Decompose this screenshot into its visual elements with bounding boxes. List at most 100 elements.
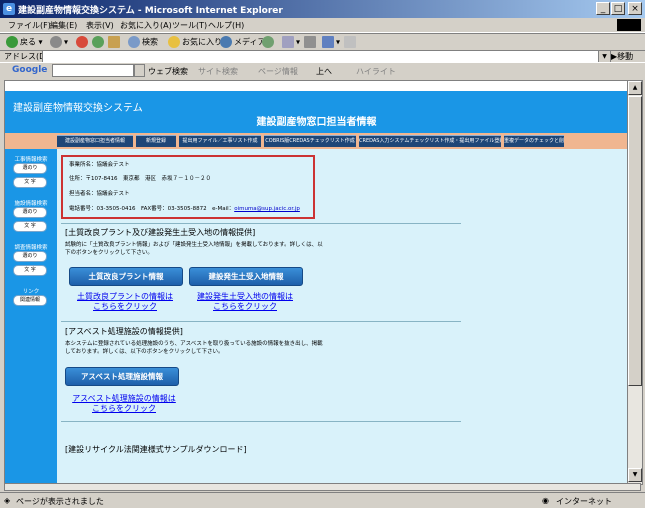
- sidebar-facility-search-button[interactable]: 選のり: [13, 207, 47, 218]
- favorites-button[interactable]: お気に入り: [168, 36, 222, 48]
- edit-icon: [322, 36, 334, 48]
- tab-cobris-checklist[interactable]: COBRIS版CREDASチェックリスト作成: [264, 135, 356, 147]
- back-button[interactable]: 戻る ▾: [6, 36, 43, 48]
- site-title: 建設副産物情報交換システム: [13, 103, 143, 114]
- home-button[interactable]: [108, 36, 122, 48]
- back-arrow-icon: [6, 36, 18, 48]
- fax-number: FAX番号：03-3505-8872: [140, 206, 207, 212]
- edit-button[interactable]: ▾: [322, 36, 340, 48]
- asbestos-heading: [アスベスト処理施設の情報提供]: [65, 327, 183, 336]
- soil-plant-description: 試験的に「土質改良プラント情報」および「建設発生土受入地情報」を掲載しております…: [65, 242, 323, 256]
- windows-logo-icon: [617, 19, 641, 31]
- stop-button[interactable]: [76, 36, 90, 48]
- tab-duplicate-check[interactable]: 重複データのチェックと削除: [504, 135, 564, 147]
- menu-view[interactable]: 表示(V): [86, 20, 114, 31]
- sidebar-construction-text-button[interactable]: 文 字: [13, 177, 47, 188]
- maximize-button[interactable]: □: [611, 2, 625, 15]
- site-banner: 建設副産物情報交換システム 建設副産物窓口担当者情報: [5, 91, 628, 133]
- ie-icon: e: [3, 3, 15, 15]
- asbestos-description: 本システムに登録されている処理施設のうち、アスベストを取り扱っている施設の情報を…: [65, 341, 323, 355]
- recycling-forms-heading: [建設リサイクル法関連様式サンプルダウンロード]: [65, 445, 247, 454]
- print-button[interactable]: [304, 36, 318, 48]
- sidebar-survey-search-button[interactable]: 選のり: [13, 251, 47, 262]
- contact-info-box: 事業所名：協議会テスト 住所：〒107-8416 東京都 港区 赤坂７－１０－２…: [61, 155, 315, 219]
- status-bar: ◈ ページが表示されました ◉ インターネット: [0, 492, 645, 508]
- soil-plant-button[interactable]: 土質改良プラント情報: [69, 267, 183, 286]
- close-button[interactable]: ×: [628, 2, 642, 15]
- site-search-button[interactable]: サイト検索: [198, 66, 238, 77]
- discuss-button[interactable]: [344, 36, 358, 48]
- asbestos-facility-link[interactable]: アスベスト処理施設の情報は こちらをクリック: [61, 394, 187, 414]
- page-done-icon: ◈: [4, 496, 11, 505]
- contact-person: 担当者名：協議会テスト: [69, 191, 130, 197]
- office-name: 事業所名：協議会テスト: [69, 162, 130, 168]
- menu-favorites[interactable]: お気に入り(A): [120, 20, 172, 31]
- page-info-button[interactable]: ページ情報: [258, 66, 298, 77]
- address-bar: アドレス(D) ▼ ▶移動: [0, 49, 645, 63]
- status-text: ページが表示されました: [16, 497, 104, 506]
- menu-tools[interactable]: ツール(T): [172, 20, 207, 31]
- sidebar-construction-search-button[interactable]: 選のり: [13, 163, 47, 174]
- refresh-icon: [92, 36, 104, 48]
- sidebar-heading-construction: 工事情報検索: [14, 157, 48, 163]
- divider: [61, 321, 461, 322]
- page-title: 建設副産物窓口担当者情報: [256, 117, 377, 128]
- tab-contact-info[interactable]: 建設副産物窓口担当者情報: [57, 135, 133, 147]
- web-search-button[interactable]: ウェブ検索: [148, 66, 188, 77]
- sidebar-heading-facility: 施設情報検索: [14, 201, 48, 207]
- google-search-input[interactable]: [52, 64, 134, 77]
- google-search-dropdown[interactable]: [134, 64, 145, 77]
- tab-submission-file[interactable]: 提出用ファイル／工事リスト作成: [179, 135, 261, 147]
- sidebar-facility-text-button[interactable]: 文 字: [13, 221, 47, 232]
- minimize-button[interactable]: _: [596, 2, 610, 15]
- forward-arrow-icon: [50, 36, 62, 48]
- favorites-star-icon: [168, 36, 180, 48]
- soil-receiving-site-link[interactable]: 建設発生土受入地の情報は こちらをクリック: [183, 292, 307, 312]
- soil-plant-heading: [土質改良プラント及び建設発生土受入地の情報提供]: [65, 228, 256, 237]
- mail-icon: [282, 36, 294, 48]
- sidebar-related-info-button[interactable]: 関連情報: [13, 295, 47, 306]
- main-content: 事業所名：協議会テスト 住所：〒107-8416 東京都 港区 赤坂７－１０－２…: [57, 149, 628, 484]
- menu-edit[interactable]: 編集(E): [50, 20, 77, 31]
- search-button[interactable]: 検索: [128, 36, 158, 48]
- nav-tabs: 建設副産物窓口担当者情報 新規登録 提出用ファイル／工事リスト作成 COBRIS…: [5, 133, 628, 149]
- soil-receiving-site-button[interactable]: 建設発生土受入地情報: [189, 267, 303, 286]
- google-logo[interactable]: Google: [12, 65, 47, 75]
- google-toolbar: Google ウェブ検索 サイト検索 ページ情報 上へ ハイライト: [0, 62, 645, 78]
- menu-help[interactable]: ヘルプ(H): [208, 20, 244, 31]
- office-address: 住所：〒107-8416 東京都 港区 赤坂７－１０－２０: [69, 176, 211, 182]
- horizontal-scrollbar[interactable]: [4, 483, 641, 491]
- asbestos-facility-button[interactable]: アスベスト処理施設情報: [65, 367, 179, 386]
- menu-file[interactable]: ファイル(F): [8, 20, 51, 31]
- home-icon: [108, 36, 120, 48]
- stop-icon: [76, 36, 88, 48]
- discuss-icon: [344, 36, 356, 48]
- zone-text: インターネット: [556, 497, 612, 506]
- web-page: 建設副産物情報交換システム 建設副産物窓口担当者情報 建設副産物窓口担当者情報 …: [4, 80, 629, 485]
- forward-button[interactable]: ▾: [50, 36, 68, 48]
- soil-plant-link[interactable]: 土質改良プラントの情報は こちらをクリック: [65, 292, 185, 312]
- scroll-up-button[interactable]: ▲: [628, 81, 642, 95]
- email-label: e-Mail：: [212, 206, 235, 212]
- media-button[interactable]: メディア: [220, 36, 265, 48]
- tab-new-registration[interactable]: 新規登録: [136, 135, 176, 147]
- divider: [61, 421, 461, 422]
- sidebar-heading-survey: 調査情報検索: [14, 245, 48, 251]
- sidebar-heading-links: リンク: [22, 289, 40, 295]
- highlight-button[interactable]: ハイライト: [356, 66, 396, 77]
- scroll-down-button[interactable]: ▼: [628, 468, 642, 482]
- up-button[interactable]: 上へ: [316, 66, 332, 77]
- tab-credas-checklist[interactable]: CREDAS入力システムチェックリスト作成・提出用ファイル登録: [359, 135, 501, 147]
- scroll-thumb[interactable]: [628, 96, 642, 386]
- refresh-button[interactable]: [92, 36, 106, 48]
- history-icon: [262, 36, 274, 48]
- mail-button[interactable]: ▾: [282, 36, 300, 48]
- search-icon: [128, 36, 140, 48]
- history-button[interactable]: [262, 36, 276, 48]
- sidebar-survey-text-button[interactable]: 文 字: [13, 265, 47, 276]
- go-button[interactable]: ▶移動: [611, 51, 633, 62]
- internet-zone-icon: ◉: [542, 496, 549, 505]
- menu-bar: ファイル(F) 編集(E) 表示(V) お気に入り(A) ツール(T) ヘルプ(…: [0, 18, 645, 33]
- email-link[interactable]: oimuma@sup.jacic.or.jp: [234, 206, 300, 212]
- vertical-scrollbar[interactable]: ▲ ▼: [627, 80, 643, 485]
